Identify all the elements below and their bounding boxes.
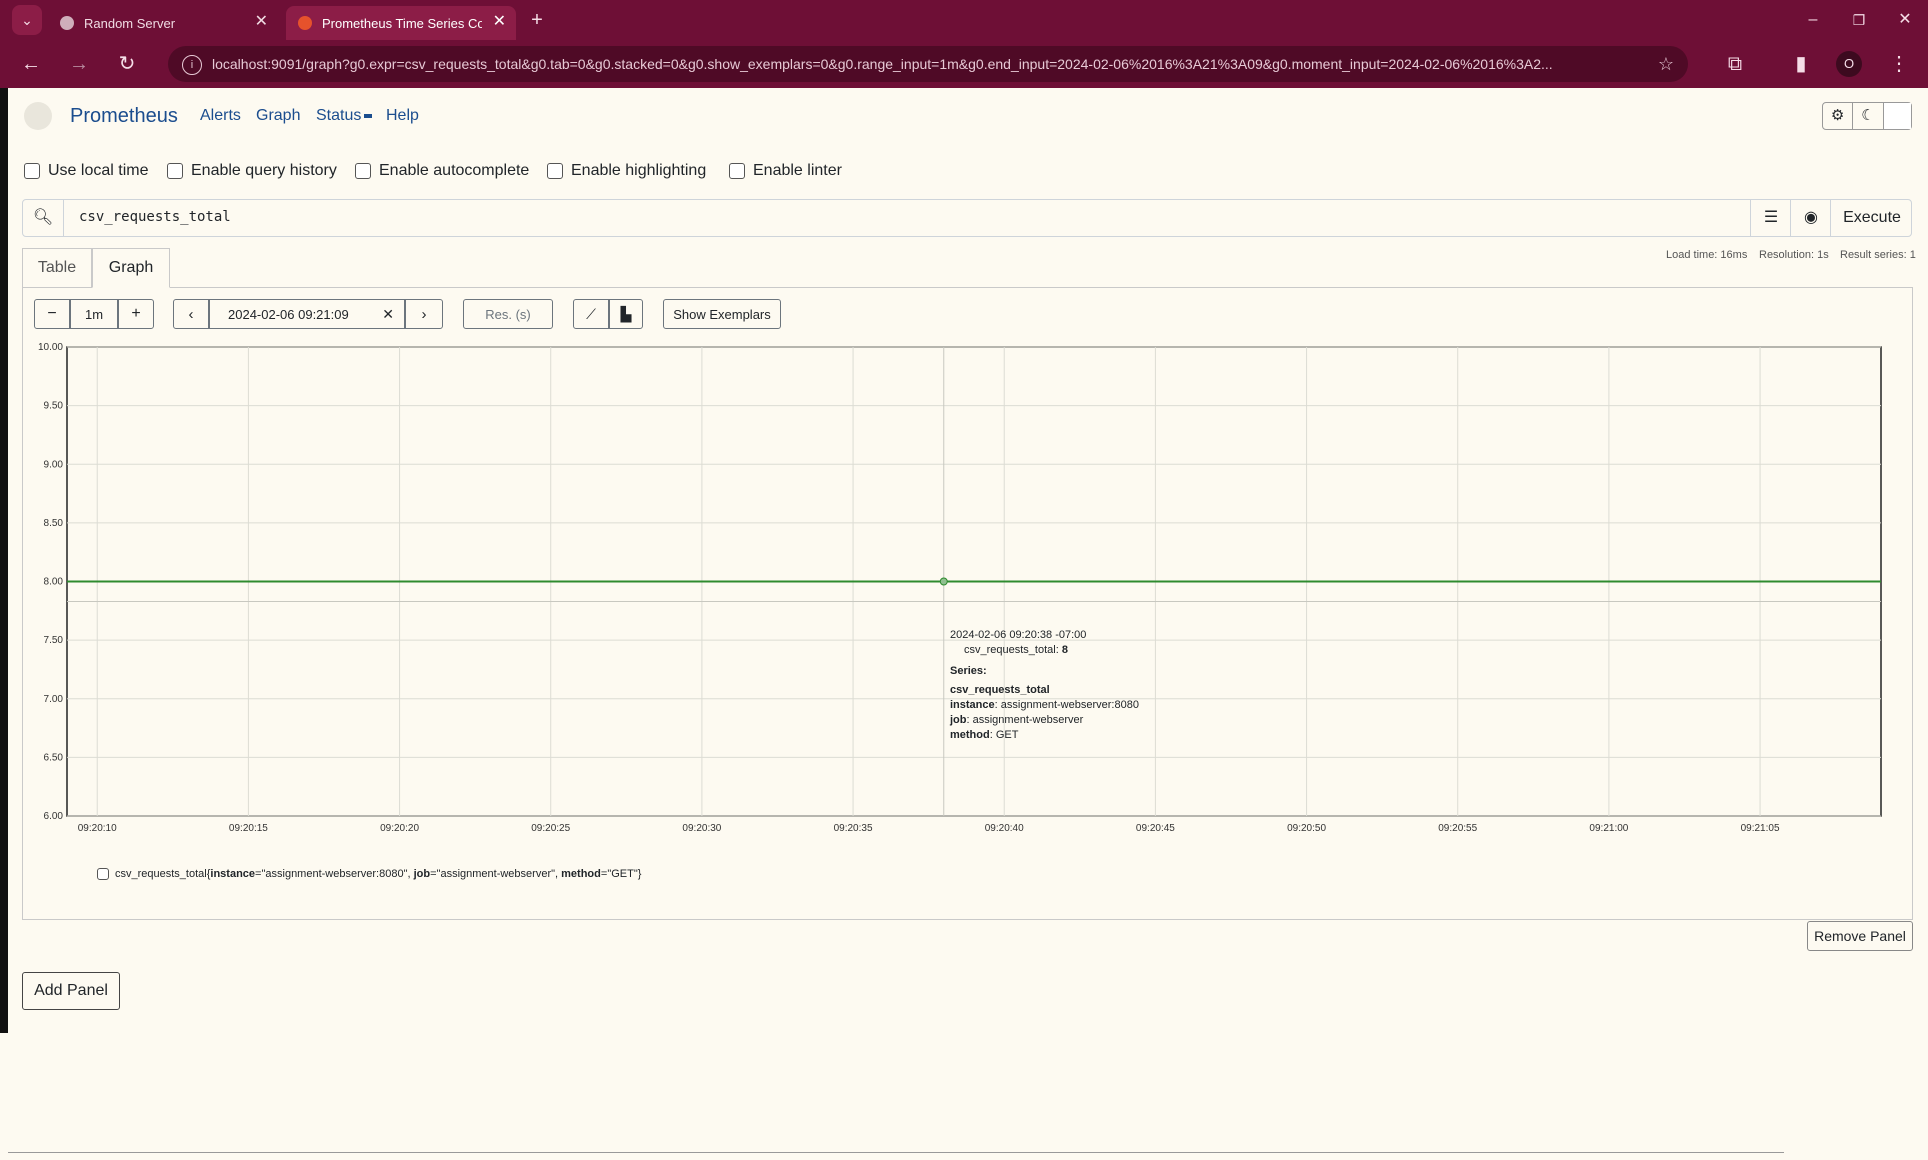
legend-label-value: "assignment-webserver" <box>436 868 556 880</box>
y-tick-label: 8.00 <box>44 577 64 588</box>
tooltip-series-header: Series: <box>950 665 987 677</box>
x-axis: 09:20:10 09:20:15 09:20:20 09:20:25 09:20:30… <box>78 823 1780 834</box>
x-tick-label: 09:20:15 <box>229 823 268 834</box>
y-tick-label: 10.00 <box>38 342 63 353</box>
y-tick-label: 6.50 <box>44 752 64 763</box>
legend-metric: csv_requests_total <box>115 868 207 880</box>
label-value: assignment-webserver <box>972 714 1084 726</box>
y-tick-label: 6.00 <box>44 811 64 822</box>
series-legend-item[interactable]: csv_requests_total{instance = "assignment-… <box>97 868 641 880</box>
label-value: assignment-webserver:8080 <box>1000 699 1139 711</box>
x-tick-label: 09:20:20 <box>380 823 419 834</box>
x-tick-label: 09:20:35 <box>834 823 873 834</box>
x-tick-label: 09:21:05 <box>1741 823 1780 834</box>
label-key: instance <box>950 699 995 711</box>
tooltip-value: 8 <box>1061 644 1068 656</box>
hover-point <box>939 577 948 586</box>
y-tick-label: 9.00 <box>44 459 64 470</box>
x-tick-label: 09:20:40 <box>985 823 1024 834</box>
tooltip-time: 2024-02-06 09:20:38 -07:00 <box>950 629 1087 641</box>
remove-panel-button[interactable]: Remove Panel <box>1807 921 1913 951</box>
legend-label-value: "assignment-webserver:8080" <box>261 868 408 880</box>
y-axis: 10.00 9.50 9.00 8.50 8.00 7.50 7.00 6.50 6.00 <box>38 342 63 822</box>
x-tick-label: 09:20:45 <box>1136 823 1175 834</box>
x-tick-label: 09:20:25 <box>531 823 570 834</box>
legend-checkbox[interactable] <box>97 868 109 880</box>
legend-label-key: job <box>413 868 431 880</box>
label-key: job <box>950 714 967 726</box>
bottom-divider <box>8 1152 1784 1153</box>
legend-label-value: "GET" <box>607 868 638 880</box>
x-tick-label: 09:20:55 <box>1438 823 1477 834</box>
y-tick-label: 7.50 <box>44 635 64 646</box>
x-tick-label: 09:20:30 <box>682 823 721 834</box>
add-panel-button[interactable]: Add Panel <box>22 972 120 1010</box>
y-tick-label: 9.50 <box>44 401 64 412</box>
tooltip-label-instance: instance: assignment-webserver:8080 <box>950 699 1139 711</box>
y-tick-label: 7.00 <box>44 694 64 705</box>
x-tick-label: 09:21:00 <box>1589 823 1628 834</box>
y-tick-label: 8.50 <box>44 518 64 529</box>
x-tick-label: 09:20:10 <box>78 823 117 834</box>
tooltip-metric: csv_requests_total <box>964 644 1056 656</box>
label-value: GET <box>995 729 1019 741</box>
tooltip-series-name: csv_requests_total <box>950 684 1050 696</box>
hover-tooltip: 2024-02-06 09:20:38 -07:00 csv_requests_… <box>950 628 1156 743</box>
label-key: method <box>950 729 990 741</box>
tab-graph[interactable]: Graph <box>92 248 170 288</box>
tooltip-value-row: csv_requests_total: 8 <box>964 644 1068 656</box>
tooltip-label-method: method: GET <box>950 729 1019 741</box>
x-tick-label: 09:20:50 <box>1287 823 1326 834</box>
legend-label-key: method <box>561 868 601 880</box>
legend-label-key: instance <box>210 868 256 880</box>
tooltip-label-job: job: assignment-webserver <box>950 714 1084 726</box>
